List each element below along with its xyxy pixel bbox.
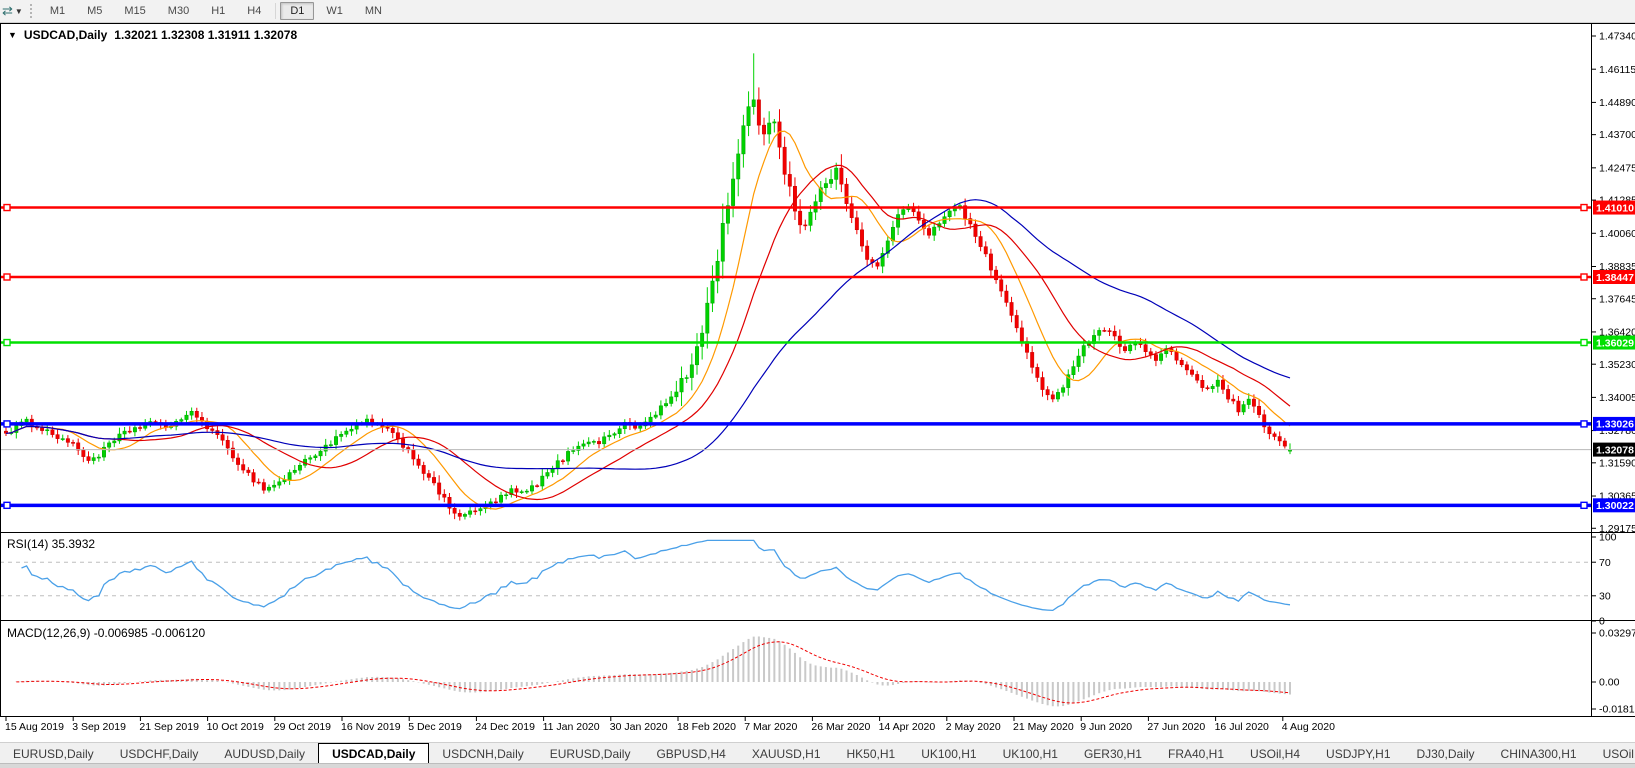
chart-tab-eurusd-daily[interactable]: EURUSD,Daily — [537, 743, 644, 764]
chart-tab-ger30-h1[interactable]: GER30,H1 — [1071, 743, 1155, 764]
chevron-down-icon[interactable]: ▼ — [15, 7, 23, 16]
ohlc-quote-label: 1.32021 1.32308 1.31911 1.32078 — [114, 28, 298, 42]
chart-tab-usdcnh-daily[interactable]: USDCNH,Daily — [429, 743, 536, 764]
timeframe-buttons: M1 M5 M15 M30 H1 H4 D1 W1 MN — [39, 2, 393, 20]
timeframe-button-mn[interactable]: MN — [355, 2, 392, 20]
chart-tab-audusd-daily[interactable]: AUDUSD,Daily — [211, 743, 318, 764]
chart-area[interactable] — [0, 22, 1635, 736]
chart-tab-usdchf-daily[interactable]: USDCHF,Daily — [107, 743, 212, 764]
macd-indicator-label: MACD(12,26,9) -0.006985 -0.006120 — [7, 626, 206, 640]
chart-tab-fra40-h1[interactable]: FRA40,H1 — [1155, 743, 1237, 764]
chart-tab-bar: EURUSD,Daily USDCHF,Daily AUDUSD,Daily USDC… — [0, 742, 1635, 764]
chart-tab-uk100-h1[interactable]: UK100,H1 — [990, 743, 1071, 764]
chart-tab-xauusd-h1[interactable]: XAUUSD,H1 — [739, 743, 834, 764]
timeframe-button-m15[interactable]: M15 — [114, 2, 155, 20]
status-bar — [0, 763, 1635, 768]
chart-cursor-tool-icon[interactable]: ⇄ — [2, 1, 13, 21]
chart-title: ▼ USDCAD,Daily 1.32021 1.32308 1.31911 1.3… — [8, 28, 297, 42]
timeframe-button-m5[interactable]: M5 — [77, 2, 112, 20]
chart-tab-usdcad-daily[interactable]: USDCAD,Daily — [318, 743, 430, 764]
timeframe-toolbar: ⇄ ▼ M1 M5 M15 M30 H1 H4 D1 W1 MN — [0, 0, 1635, 23]
timeframe-button-h1[interactable]: H1 — [201, 2, 235, 20]
chart-tab-hk50-h1[interactable]: HK50,H1 — [834, 743, 909, 764]
chart-tab-usoil-h1[interactable]: USOil,H1 — [1590, 743, 1635, 764]
rsi-indicator-label: RSI(14) 35.3932 — [7, 537, 96, 551]
timeframe-button-m30[interactable]: M30 — [158, 2, 199, 20]
chart-tab-china300-h1[interactable]: CHINA300,H1 — [1488, 743, 1590, 764]
chart-tab-usoil-h4[interactable]: USOil,H4 — [1237, 743, 1313, 764]
timeframe-button-m1[interactable]: M1 — [40, 2, 75, 20]
chart-tab-uk100-h1[interactable]: UK100,H1 — [908, 743, 989, 764]
chart-tab-eurusd-daily[interactable]: EURUSD,Daily — [0, 743, 107, 764]
chart-tab-usdjpy-h1[interactable]: USDJPY,H1 — [1313, 743, 1403, 764]
toolbar-separator — [275, 3, 277, 19]
timeframe-button-w1[interactable]: W1 — [316, 2, 353, 20]
trading-platform-window: ⇄ ▼ M1 M5 M15 M30 H1 H4 D1 W1 MN 1.47340 1.46115 1… — [0, 0, 1635, 768]
timeframe-button-d1[interactable]: D1 — [280, 2, 315, 20]
symbol-dropdown-icon[interactable]: ▼ — [8, 30, 17, 40]
symbol-period-label: USDCAD,Daily — [23, 28, 108, 42]
timeframe-button-h4[interactable]: H4 — [237, 2, 271, 20]
chart-tab-gbpusd-h4[interactable]: GBPUSD,H4 — [643, 743, 738, 764]
toolbar-grip — [29, 4, 32, 18]
chart-tab-dj30-daily[interactable]: DJ30,Daily — [1404, 743, 1488, 764]
